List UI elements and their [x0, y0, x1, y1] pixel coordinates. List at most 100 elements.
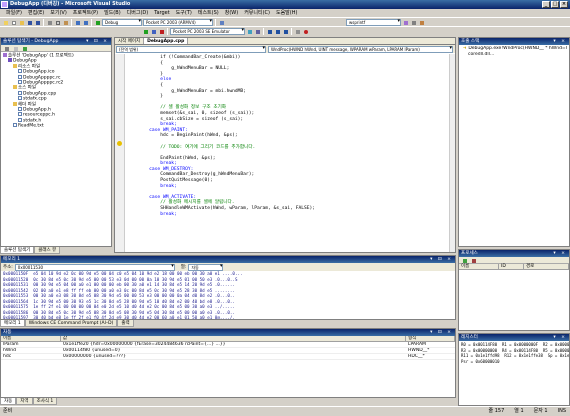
- scope-combo[interactable]: (전역 범위): [116, 46, 266, 53]
- platform-combo[interactable]: Pocket PC 2003 (ARMV4): [143, 18, 213, 26]
- find-icon[interactable]: [218, 19, 225, 26]
- register-line: R0 = 0x00114F80 R1 = 0x0000000F R2 = 0x0…: [461, 342, 570, 347]
- breakpoints-icon[interactable]: [302, 28, 309, 35]
- autos-cell-type: HDC__*: [408, 354, 425, 359]
- panel-controls-icon[interactable]: ▾ ⊡ ×: [430, 256, 453, 263]
- menu-item[interactable]: 빌드(B): [101, 9, 124, 17]
- new-project-icon[interactable]: [2, 19, 9, 26]
- tab-start-page[interactable]: 시작 페이지: [115, 38, 145, 44]
- column-id[interactable]: ID: [499, 264, 524, 269]
- copy-icon[interactable]: [54, 19, 61, 26]
- attach-process-icon[interactable]: [461, 257, 468, 264]
- connectivity-options-icon[interactable]: [254, 28, 261, 35]
- tab-autos[interactable]: 자동: [0, 398, 17, 405]
- memory-panel: 메모리 1 ▾ ⊡ × 주소: 0x00011530 열: 자동 0x00011…: [0, 255, 456, 320]
- autos-row[interactable]: hdc 0x00000000 {unused=???} HDC__*: [1, 354, 455, 360]
- autos-cell-type: LPARAM: [408, 342, 426, 347]
- memory-row[interactable]: 0x00011575 1e ff 2f e1 00 00 00 00 04 e0…: [3, 304, 243, 310]
- visual-studio-icon: [1, 1, 8, 8]
- cut-icon[interactable]: [46, 19, 53, 26]
- device-combo[interactable]: Pocket PC 2003 SE Emulator: [170, 27, 245, 35]
- code-text[interactable]: if (!CommandBar_Create(&mbi)) { g_hWndMe…: [127, 55, 315, 217]
- detach-process-icon[interactable]: [470, 257, 477, 264]
- panel-controls-icon[interactable]: ▾ ×: [553, 38, 567, 45]
- processes-title: 프로세스: [461, 251, 478, 256]
- memory-dump[interactable]: 0x0001150F e5 04 10 9d e2 0c 00 9d e5 00…: [3, 271, 243, 319]
- tab-class-view[interactable]: 클래스 뷰: [34, 247, 61, 254]
- menu-item[interactable]: 편집(E): [25, 9, 47, 17]
- tab-memory-1[interactable]: 메모리 1: [0, 320, 25, 327]
- properties-icon[interactable]: [410, 19, 417, 26]
- step-into-icon[interactable]: [266, 28, 273, 35]
- close-button[interactable]: ×: [560, 1, 568, 8]
- menu-item[interactable]: 테스트(S): [195, 9, 222, 17]
- save-all-icon[interactable]: [34, 19, 41, 26]
- column-path[interactable]: 경로: [524, 264, 569, 269]
- break-all-icon[interactable]: [150, 28, 157, 35]
- paste-icon[interactable]: [62, 19, 69, 26]
- tab-watch-1[interactable]: 조사식 1: [32, 398, 58, 405]
- menu-item[interactable]: 파일(F): [3, 9, 25, 17]
- current-line-arrow-icon: [117, 141, 122, 146]
- tab-debugapp-cpp[interactable]: DebugApp.cpp: [144, 38, 189, 44]
- configuration-combo[interactable]: Debug: [102, 18, 142, 26]
- columns-label: 열:: [180, 265, 187, 270]
- column-value[interactable]: 값: [61, 336, 406, 341]
- editor-margin[interactable]: [115, 54, 125, 252]
- add-item-icon[interactable]: [10, 19, 17, 26]
- refresh-icon[interactable]: [21, 45, 28, 52]
- tab-solution-explorer[interactable]: 솔루션 탐색기: [0, 247, 35, 254]
- menu-item[interactable]: 커뮤니티(C): [241, 9, 273, 17]
- connect-device-icon[interactable]: [246, 28, 253, 35]
- panel-controls-icon[interactable]: ▾ ⊡ ×: [86, 38, 109, 45]
- menu-item[interactable]: 프로젝트(P): [70, 9, 101, 17]
- code-line[interactable]: break;: [127, 212, 315, 218]
- find-combo[interactable]: wsprintf: [346, 18, 401, 26]
- panel-controls-icon[interactable]: ▾ ⊡ ×: [430, 329, 453, 336]
- memory-row[interactable]: 0x0001150F e5 04 10 9d e2 0c 00 9d e5 00…: [3, 271, 243, 277]
- tab-command-prompt[interactable]: Windows CE Command Prompt (Al–D): [24, 320, 118, 327]
- tab-output[interactable]: 출력: [117, 320, 134, 327]
- menu-item[interactable]: 창(W): [222, 9, 241, 17]
- hex-display-icon[interactable]: [294, 28, 301, 35]
- properties-icon[interactable]: [3, 45, 10, 52]
- maximize-button[interactable]: □: [551, 1, 559, 8]
- menu-item[interactable]: 도구(T): [173, 9, 195, 17]
- device-toolbar: Pocket PC 2003 SE Emulator: [0, 26, 570, 35]
- address-combo[interactable]: 0x00011530: [14, 263, 175, 271]
- standard-toolbar: Debug Pocket PC 2003 (ARMV4) wsprintf: [0, 17, 570, 26]
- column-type[interactable]: 형식: [406, 336, 455, 341]
- step-out-icon[interactable]: [282, 28, 289, 35]
- stop-debug-icon[interactable]: [158, 28, 165, 35]
- panel-controls-icon[interactable]: ▾ ×: [553, 250, 567, 257]
- column-name[interactable]: 이름: [459, 264, 499, 269]
- tree-item[interactable]: ReadMe.txt: [3, 123, 109, 129]
- step-over-icon[interactable]: [274, 28, 281, 35]
- panel-controls-icon[interactable]: ▾ ×: [553, 334, 567, 341]
- editor-vertical-scrollbar[interactable]: [449, 54, 455, 252]
- undo-icon[interactable]: [74, 19, 81, 26]
- column-name[interactable]: 이름: [1, 336, 61, 341]
- redo-icon[interactable]: [82, 19, 89, 26]
- show-all-files-icon[interactable]: [12, 45, 19, 52]
- open-icon[interactable]: [18, 19, 25, 26]
- solution-explorer-icon[interactable]: [402, 19, 409, 26]
- registers-text[interactable]: R0 = 0x00114F80 R1 = 0x0000000F R2 = 0x0…: [459, 341, 569, 365]
- columns-combo[interactable]: 자동: [188, 263, 224, 271]
- memory-row[interactable]: 0x00011553 00 30 a0 e3 08 30 8d e5 08 30…: [3, 293, 243, 299]
- continue-icon[interactable]: [142, 28, 149, 35]
- function-combo[interactable]: WndProc(HWND hWnd, UINT message, WPARAM …: [268, 46, 453, 53]
- call-stack-row[interactable]: coredll.dll...: [461, 52, 567, 58]
- menu-item[interactable]: 보기(V): [47, 9, 70, 17]
- save-icon[interactable]: [26, 19, 33, 26]
- code-line[interactable]: SHHandleWMActivate(hWnd, wParam, lParam,…: [127, 206, 315, 212]
- start-debug-icon[interactable]: [94, 19, 101, 26]
- menu-item[interactable]: 도움말(H): [273, 9, 300, 17]
- tab-locals[interactable]: 지역: [16, 398, 33, 405]
- menu-item[interactable]: Target: [151, 9, 172, 17]
- minimize-button[interactable]: _: [542, 1, 550, 8]
- menu-item[interactable]: 디버그(D): [124, 9, 152, 17]
- folder-icon: [13, 85, 17, 90]
- memory-row[interactable]: 0x00011531 00 30 9d e5 04 00 a0 e1 00 00…: [3, 282, 243, 288]
- toolbox-icon[interactable]: [418, 19, 425, 26]
